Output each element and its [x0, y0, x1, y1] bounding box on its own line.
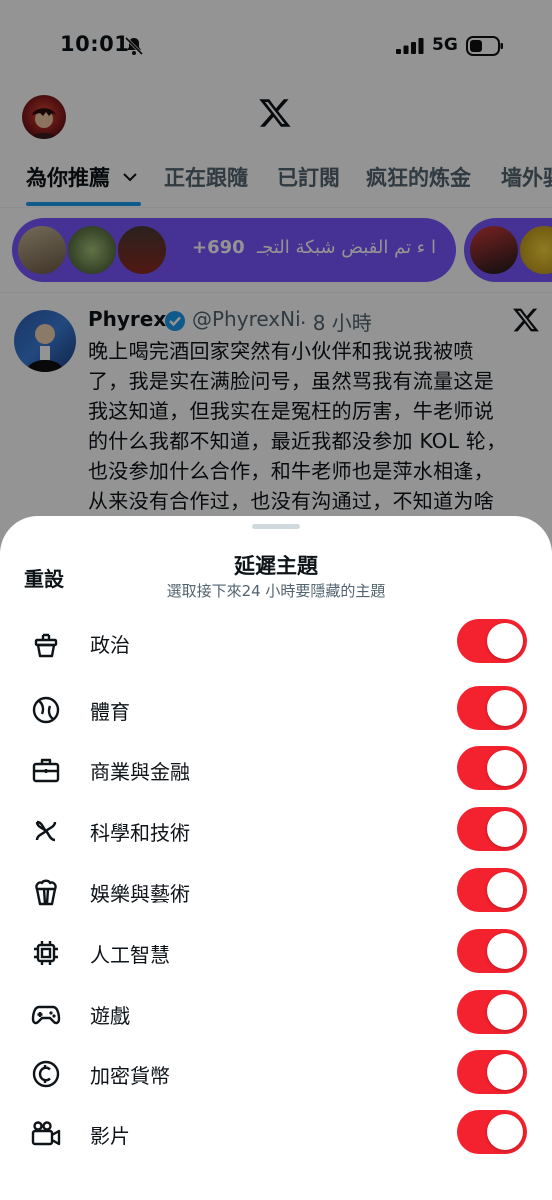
podium-icon: [34, 633, 58, 658]
toggle-knob: [487, 690, 523, 726]
topic-toggle[interactable]: [457, 1050, 527, 1094]
topic-row-gaming[interactable]: 遊戲: [0, 990, 552, 1050]
topic-row-entertainment[interactable]: 娛樂與藝術: [0, 868, 552, 928]
topic-toggle[interactable]: [457, 807, 527, 851]
baseball-icon: [32, 696, 60, 724]
topic-row-video[interactable]: 影片: [0, 1110, 552, 1170]
topic-row-crypto[interactable]: 加密貨幣: [0, 1050, 552, 1110]
toggle-knob: [487, 933, 523, 969]
topic-toggle[interactable]: [457, 929, 527, 973]
topic-label: 體育: [90, 700, 130, 724]
sheet-title: 延遲主題: [234, 554, 318, 578]
chip-icon: [34, 941, 58, 965]
topic-label: 政治: [90, 633, 130, 657]
toggle-knob: [487, 1054, 523, 1090]
sheet-grabber[interactable]: [252, 524, 300, 529]
popcorn-icon: [35, 879, 57, 906]
topic-label: 加密貨幣: [90, 1064, 170, 1088]
topic-label: 影片: [90, 1124, 130, 1148]
topic-toggle[interactable]: [457, 746, 527, 790]
video-camera-icon: [31, 1121, 61, 1146]
crypto-coin-icon: [32, 1060, 60, 1088]
topic-label: 科學和技術: [90, 821, 190, 845]
topic-row-sports[interactable]: 體育: [0, 686, 552, 746]
toggle-knob: [487, 994, 523, 1030]
screen: 10:01 5G 為你推薦 正在跟隨 已訂閱 疯狂的炼金 墙外 +690 ا ء…: [0, 0, 552, 1200]
topic-label: 遊戲: [90, 1004, 130, 1028]
atom-icon: [35, 820, 57, 842]
topic-row-business[interactable]: 商業與金融: [0, 746, 552, 806]
snooze-topics-sheet: 重設 延遲主題 選取接下來24 小時要隱藏的主題 政治 體育 商業與金融 科學和…: [0, 516, 552, 1200]
briefcase-icon: [32, 758, 60, 783]
toggle-knob: [487, 623, 523, 659]
toggle-knob: [487, 750, 523, 786]
topic-label: 娛樂與藝術: [90, 882, 190, 906]
topic-toggle[interactable]: [457, 619, 527, 663]
topic-row-politics[interactable]: 政治: [0, 619, 552, 679]
toggle-knob: [487, 1114, 523, 1150]
topic-toggle[interactable]: [457, 990, 527, 1034]
topic-row-science-tech[interactable]: 科學和技術: [0, 807, 552, 867]
topic-label: 人工智慧: [90, 943, 170, 967]
topic-toggle[interactable]: [457, 686, 527, 730]
topic-label: 商業與金融: [90, 760, 190, 784]
toggle-knob: [487, 811, 523, 847]
topic-row-ai[interactable]: 人工智慧: [0, 929, 552, 989]
toggle-knob: [487, 872, 523, 908]
sheet-subtitle: 選取接下來24 小時要隱藏的主題: [166, 582, 386, 600]
topic-toggle[interactable]: [457, 868, 527, 912]
gamepad-icon: [31, 1005, 61, 1025]
topic-toggle[interactable]: [457, 1110, 527, 1154]
